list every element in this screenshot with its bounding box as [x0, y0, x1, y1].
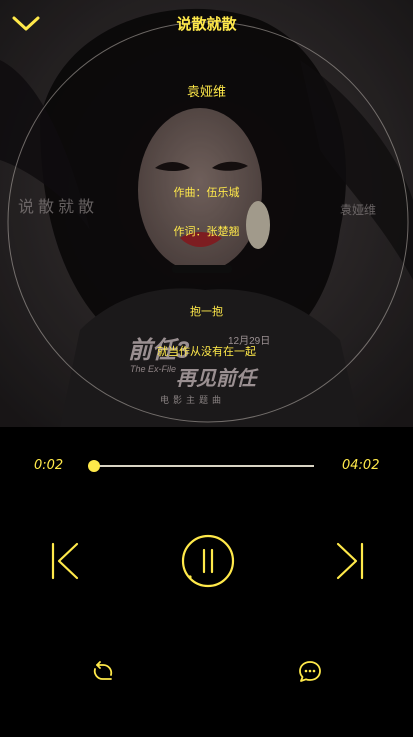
repeat-icon[interactable]: [90, 660, 116, 684]
comment-icon[interactable]: [297, 659, 323, 685]
lyric-singer: 袁娅维: [186, 85, 226, 100]
skip-next-icon[interactable]: [333, 541, 365, 581]
total-time: 04:02: [342, 458, 380, 473]
player-controls: 0:02 04:02: [0, 427, 413, 737]
lyric-lyricist: 作词：张楚翘: [173, 225, 240, 238]
lyric-composer: 作曲：伍乐城: [173, 186, 240, 199]
lyric-line: 就当作从没有在一起: [157, 345, 256, 358]
lyrics-panel: 袁娅维 作曲：伍乐城 作词：张楚翘 抱一抱 就当作从没有在一起: [0, 0, 413, 427]
skip-previous-icon[interactable]: [50, 541, 82, 581]
pause-icon: [181, 534, 235, 588]
progress-thumb[interactable]: [87, 460, 100, 472]
progress-track[interactable]: [92, 465, 314, 467]
current-time: 0:02: [34, 458, 64, 473]
music-player-screen: 前任3 12月29日 The Ex-File 再见前任 电影主题曲 说散就散 袁…: [0, 0, 413, 737]
pause-button[interactable]: [180, 533, 236, 589]
lyric-line: 抱一抱: [190, 305, 223, 318]
